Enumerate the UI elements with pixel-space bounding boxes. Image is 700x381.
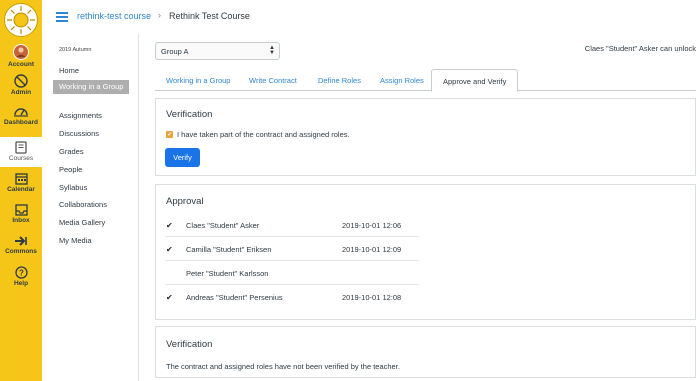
- institution-logo[interactable]: [4, 3, 38, 37]
- nav-calendar-label: Calendar: [7, 186, 35, 193]
- course-term: 2019 Autumn: [59, 47, 92, 53]
- approval-date: 2019-10-01 12:08: [342, 293, 402, 302]
- unlock-text: Claes "Student" Asker can unlock: [584, 44, 696, 53]
- approval-name: Andreas "Student" Persenius: [186, 293, 283, 302]
- approval-name: Claes "Student" Asker: [186, 221, 260, 230]
- help-question-icon: ?: [14, 266, 28, 279]
- breadcrumb-separator: ›: [158, 10, 161, 20]
- select-arrows-icon: ▲ ▼: [269, 45, 275, 56]
- approval-row: ✔ Andreas "Student" Persenius 2019-10-01…: [166, 285, 419, 309]
- nav-account-label: Account: [8, 61, 34, 68]
- group-select[interactable]: Group A ▲ ▼: [155, 42, 280, 60]
- calendar-icon: [14, 173, 28, 185]
- nav-inbox[interactable]: Inbox: [0, 204, 42, 224]
- approved-check-icon: ✔: [166, 245, 173, 254]
- nav-courses[interactable]: Courses: [0, 137, 42, 167]
- approval-card: Approval ✔ Claes "Student" Asker 2019-10…: [155, 184, 696, 320]
- nav-account[interactable]: Account: [0, 44, 42, 68]
- approved-check-icon: ✔: [166, 221, 173, 230]
- course-nav-my-media[interactable]: My Media: [53, 236, 129, 246]
- teacher-verification-note: The contract and assigned roles have not…: [166, 362, 400, 371]
- commons-arrow-icon: [15, 236, 27, 246]
- contract-checkbox-row: ✔ I have taken part of the contract and …: [166, 130, 350, 139]
- approval-name: Peter "Student" Karlsson: [186, 269, 269, 278]
- verify-button[interactable]: Verify: [165, 148, 200, 167]
- dashboard-gauge-icon: [14, 108, 28, 117]
- approval-name: Camilla "Student" Eriksen: [186, 245, 272, 254]
- course-nav-people[interactable]: People: [53, 165, 129, 175]
- inbox-icon: [14, 204, 28, 216]
- account-avatar-icon: [13, 44, 29, 60]
- nav-courses-label: Courses: [8, 155, 34, 162]
- breadcrumb-course-link[interactable]: rethink-test course: [77, 11, 151, 21]
- sun-logo-icon: [7, 6, 35, 34]
- teacher-verification-title: Verification: [166, 339, 213, 350]
- page-header: rethink-test course › Rethink Test Cours…: [42, 0, 700, 34]
- nav-help-label: Help: [13, 280, 29, 287]
- tab-working-in-a-group[interactable]: Working in a Group: [155, 69, 241, 91]
- global-navigation: Account Admin Dashboard Courses Calendar…: [0, 0, 42, 381]
- approved-check-icon: ✔: [166, 293, 173, 302]
- nav-admin[interactable]: Admin: [0, 74, 42, 96]
- shield-icon: [14, 74, 28, 88]
- breadcrumb-current: Rethink Test Course: [169, 11, 250, 21]
- course-nav-collaborations[interactable]: Collaborations: [53, 200, 129, 210]
- course-nav-grades[interactable]: Grades: [53, 147, 129, 157]
- contract-checkbox[interactable]: ✔: [166, 131, 173, 138]
- course-nav-syllabus[interactable]: Syllabus: [53, 183, 129, 193]
- nav-dashboard-label: Dashboard: [4, 119, 38, 126]
- group-select-value: Group A: [161, 47, 189, 56]
- book-icon: [15, 141, 27, 154]
- contract-checkbox-label: I have taken part of the contract and as…: [177, 130, 350, 139]
- nav-help[interactable]: ? Help: [0, 266, 42, 287]
- nav-admin-label: Admin: [10, 89, 32, 96]
- hamburger-menu-icon[interactable]: [56, 12, 68, 22]
- course-navigation: 2019 Autumn Home Working in a Group Assi…: [42, 34, 139, 381]
- tab-assign-roles[interactable]: Assign Roles: [369, 69, 435, 91]
- approval-date: 2019-10-01 12:06: [342, 221, 402, 230]
- course-nav-media-gallery[interactable]: Media Gallery: [53, 218, 129, 228]
- tab-approve-and-verify[interactable]: Approve and Verify: [431, 69, 519, 92]
- approval-title: Approval: [166, 196, 204, 207]
- approval-row: Peter "Student" Karlsson: [166, 261, 419, 285]
- nav-dashboard[interactable]: Dashboard: [0, 104, 42, 126]
- approval-row: ✔ Camilla "Student" Eriksen 2019-10-01 1…: [166, 237, 419, 261]
- svg-text:?: ?: [19, 268, 24, 277]
- nav-commons[interactable]: Commons: [0, 235, 42, 255]
- tab-write-contract[interactable]: Write Contract: [238, 69, 308, 91]
- nav-calendar[interactable]: Calendar: [0, 172, 42, 193]
- tab-define-roles[interactable]: Define Roles: [307, 69, 372, 91]
- nav-inbox-label: Inbox: [12, 217, 30, 224]
- tab-bar: Working in a Group Write Contract Define…: [155, 69, 696, 92]
- course-nav-assignments[interactable]: Assignments: [53, 111, 129, 121]
- course-nav-working-in-a-group[interactable]: Working in a Group: [53, 80, 129, 94]
- approval-date: 2019-10-01 12:09: [342, 245, 402, 254]
- course-nav-home[interactable]: Home: [53, 66, 129, 76]
- student-verification-title: Verification: [166, 109, 213, 120]
- approval-row: ✔ Claes "Student" Asker 2019-10-01 12:06: [166, 213, 419, 237]
- teacher-verification-card: Verification The contract and assigned r…: [155, 326, 696, 378]
- nav-commons-label: Commons: [5, 248, 37, 255]
- course-nav-discussions[interactable]: Discussions: [53, 129, 129, 139]
- student-verification-card: Verification ✔ I have taken part of the …: [155, 98, 696, 176]
